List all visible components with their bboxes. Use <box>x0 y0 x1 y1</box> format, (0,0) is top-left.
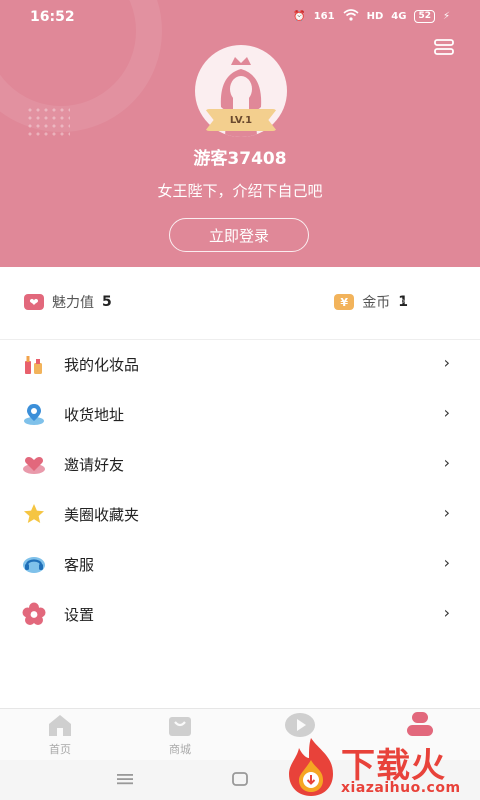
watermark: 下载火 xiazaihuo.com <box>283 734 478 800</box>
home-icon <box>49 715 71 736</box>
chevron-right-icon: › <box>443 553 450 572</box>
menu-item-settings[interactable]: 设置 › <box>0 589 480 639</box>
star-icon <box>22 502 46 526</box>
level-badge: LV.1 <box>205 109 277 131</box>
recent-apps-icon[interactable] <box>116 772 134 786</box>
tab-label: 首页 <box>49 743 71 756</box>
menu-label: 邀请好友 <box>64 456 125 474</box>
coin-label: 金币 <box>362 295 391 311</box>
menu-item-service[interactable]: 客服 › <box>0 539 480 589</box>
alarm-icon: ⏰ <box>293 11 306 22</box>
menu-label: 客服 <box>64 556 95 574</box>
menu-icon[interactable] <box>434 38 454 56</box>
menu-item-invite[interactable]: 邀请好友 › <box>0 439 480 489</box>
cosmetics-icon <box>22 352 46 376</box>
username: 游客37408 <box>193 149 287 169</box>
tab-home[interactable]: 首页 <box>20 709 100 761</box>
watermark-url: xiazaihuo.com <box>341 780 461 796</box>
shop-bag-icon <box>169 717 191 736</box>
battery-level: 52 <box>418 11 431 21</box>
menu-item-address[interactable]: 收货地址 › <box>0 389 480 439</box>
location-icon <box>22 402 46 426</box>
chevron-right-icon: › <box>443 503 450 522</box>
level-label: LV.1 <box>229 114 253 126</box>
charging-icon: ⚡ <box>442 11 450 22</box>
headset-icon <box>22 552 46 576</box>
coin-icon: ¥ <box>334 294 355 310</box>
hd-indicator: HD <box>366 11 384 22</box>
menu-label: 我的化妆品 <box>64 356 140 374</box>
chevron-right-icon: › <box>443 603 450 622</box>
tab-label: 商城 <box>169 743 191 756</box>
menu-list: 我的化妆品 › 收货地址 › 邀请好友 › 美圈收藏夹 › 客服 › 设置 › <box>0 339 480 639</box>
heart-icon: ❤ <box>24 294 44 310</box>
coin-symbol: ¥ <box>340 295 349 309</box>
status-bar: 16:52 ⏰ 161 HD 4G 52 ⚡ <box>0 0 480 34</box>
status-time: 16:52 <box>30 9 75 25</box>
net-speed: 161 <box>313 11 335 22</box>
decorative-dots <box>26 106 70 136</box>
invite-icon <box>22 452 46 476</box>
profile-intro: 女王陛下，介绍下自己吧 <box>157 182 323 200</box>
coin-stat[interactable]: ¥ 金币 1 <box>334 292 408 312</box>
login-button[interactable]: 立即登录 <box>169 218 309 252</box>
tab-shop[interactable]: 商城 <box>140 709 220 761</box>
home-nav-icon[interactable] <box>231 771 249 787</box>
avatar[interactable]: LV.1 <box>195 45 287 137</box>
battery-icon: 52 <box>414 10 435 23</box>
menu-label: 设置 <box>64 606 95 624</box>
flame-logo-icon <box>289 738 333 796</box>
chevron-right-icon[interactable]: › <box>401 294 406 309</box>
status-icons: ⏰ 161 HD 4G 52 ⚡ <box>293 9 450 24</box>
chevron-right-icon: › <box>443 453 450 472</box>
stats-bar: ❤ 魅力值 5 ¥ 金币 1 › <box>0 267 480 340</box>
menu-label: 美圈收藏夹 <box>64 506 140 524</box>
menu-item-favorites[interactable]: 美圈收藏夹 › <box>0 489 480 539</box>
chevron-right-icon: › <box>443 403 450 422</box>
signal-label: 4G <box>391 11 407 22</box>
chevron-right-icon: › <box>443 353 450 372</box>
menu-item-cosmetics[interactable]: 我的化妆品 › <box>0 339 480 389</box>
wifi-icon <box>343 9 359 24</box>
menu-label: 收货地址 <box>64 406 125 424</box>
profile-header: 16:52 ⏰ 161 HD 4G 52 ⚡ LV.1 游客37408 女王陛下… <box>0 0 480 267</box>
charm-stat[interactable]: ❤ 魅力值 5 <box>24 292 112 312</box>
settings-flower-icon <box>22 602 46 626</box>
charm-value: 5 <box>102 294 112 310</box>
charm-label: 魅力值 <box>52 295 94 311</box>
